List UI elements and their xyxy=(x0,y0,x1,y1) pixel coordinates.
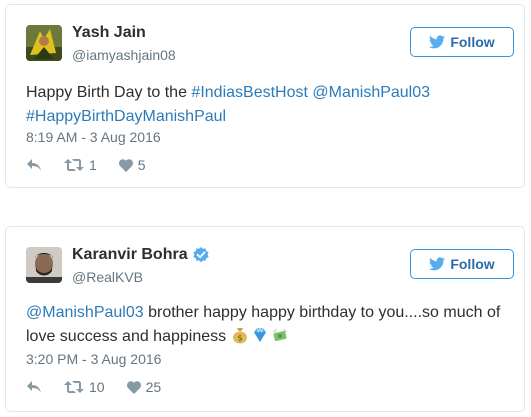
tweet-actions: 10 25 xyxy=(26,379,183,395)
mention-link[interactable]: @ManishPaul03 xyxy=(26,304,144,321)
avatar[interactable] xyxy=(26,247,62,283)
retweet-count: 1 xyxy=(89,157,97,173)
twitter-bird-icon xyxy=(429,35,446,49)
tweet-text: @ManishPaul03 brother happy happy birthd… xyxy=(26,301,508,349)
verified-badge-icon xyxy=(192,247,209,263)
user-display-name[interactable]: Karanvir Bohra xyxy=(72,246,209,264)
tweet-timestamp[interactable]: 3:20 PM - 3 Aug 2016 xyxy=(26,351,161,367)
like-count: 25 xyxy=(145,379,162,395)
retweet-icon xyxy=(64,381,84,393)
twitter-bird-icon xyxy=(429,257,446,271)
tweet-card: Karanvir Bohra @RealKVB Follow @ManishPa… xyxy=(5,226,525,412)
reply-icon xyxy=(27,381,41,393)
mention-link[interactable]: @ManishPaul03 xyxy=(312,84,430,101)
tweet-text-part: Happy Birth Day to the xyxy=(26,84,192,101)
money-bag-emoji: $ xyxy=(232,328,247,344)
avatar[interactable] xyxy=(26,25,62,61)
retweet-icon xyxy=(64,159,84,171)
tweet-text-part: love success and happiness xyxy=(26,328,231,345)
hashtag-link[interactable]: #HappyBirthDayManishPaul xyxy=(26,108,226,125)
follow-label: Follow xyxy=(450,256,495,272)
tweet-card: Yash Jain @iamyashjain08 Follow Happy Bi… xyxy=(5,4,525,188)
retweet-button[interactable]: 1 xyxy=(64,157,97,173)
follow-label: Follow xyxy=(450,34,495,50)
follow-button[interactable]: Follow xyxy=(410,249,514,279)
heart-icon xyxy=(126,380,141,394)
gem-emoji xyxy=(253,326,266,342)
tweet-actions: 1 5 xyxy=(26,157,168,173)
like-button[interactable]: 25 xyxy=(126,379,162,395)
hashtag-link[interactable]: #IndiasBestHost xyxy=(191,84,308,101)
reply-button[interactable] xyxy=(26,380,42,394)
display-name-text[interactable]: Karanvir Bohra xyxy=(72,246,188,264)
retweet-count: 10 xyxy=(89,379,105,395)
like-count: 5 xyxy=(137,157,146,173)
follow-button[interactable]: Follow xyxy=(410,27,514,57)
tweet-text-part: brother happy happy birthday to you....s… xyxy=(143,304,501,321)
money-with-wings-emoji xyxy=(271,328,288,341)
user-handle[interactable]: @iamyashjain08 xyxy=(72,47,176,63)
svg-text:$: $ xyxy=(237,334,242,343)
heart-icon xyxy=(118,158,133,172)
display-name-text[interactable]: Yash Jain xyxy=(72,24,146,42)
retweet-button[interactable]: 10 xyxy=(64,379,105,395)
like-button[interactable]: 5 xyxy=(118,157,146,173)
reply-button[interactable] xyxy=(26,158,42,172)
tweet-timestamp[interactable]: 8:19 AM - 3 Aug 2016 xyxy=(26,129,161,145)
tweet-text: Happy Birth Day to the #IndiasBestHost @… xyxy=(26,81,508,129)
user-display-name[interactable]: Yash Jain xyxy=(72,24,146,42)
user-handle[interactable]: @RealKVB xyxy=(72,269,143,285)
reply-icon xyxy=(27,159,41,171)
